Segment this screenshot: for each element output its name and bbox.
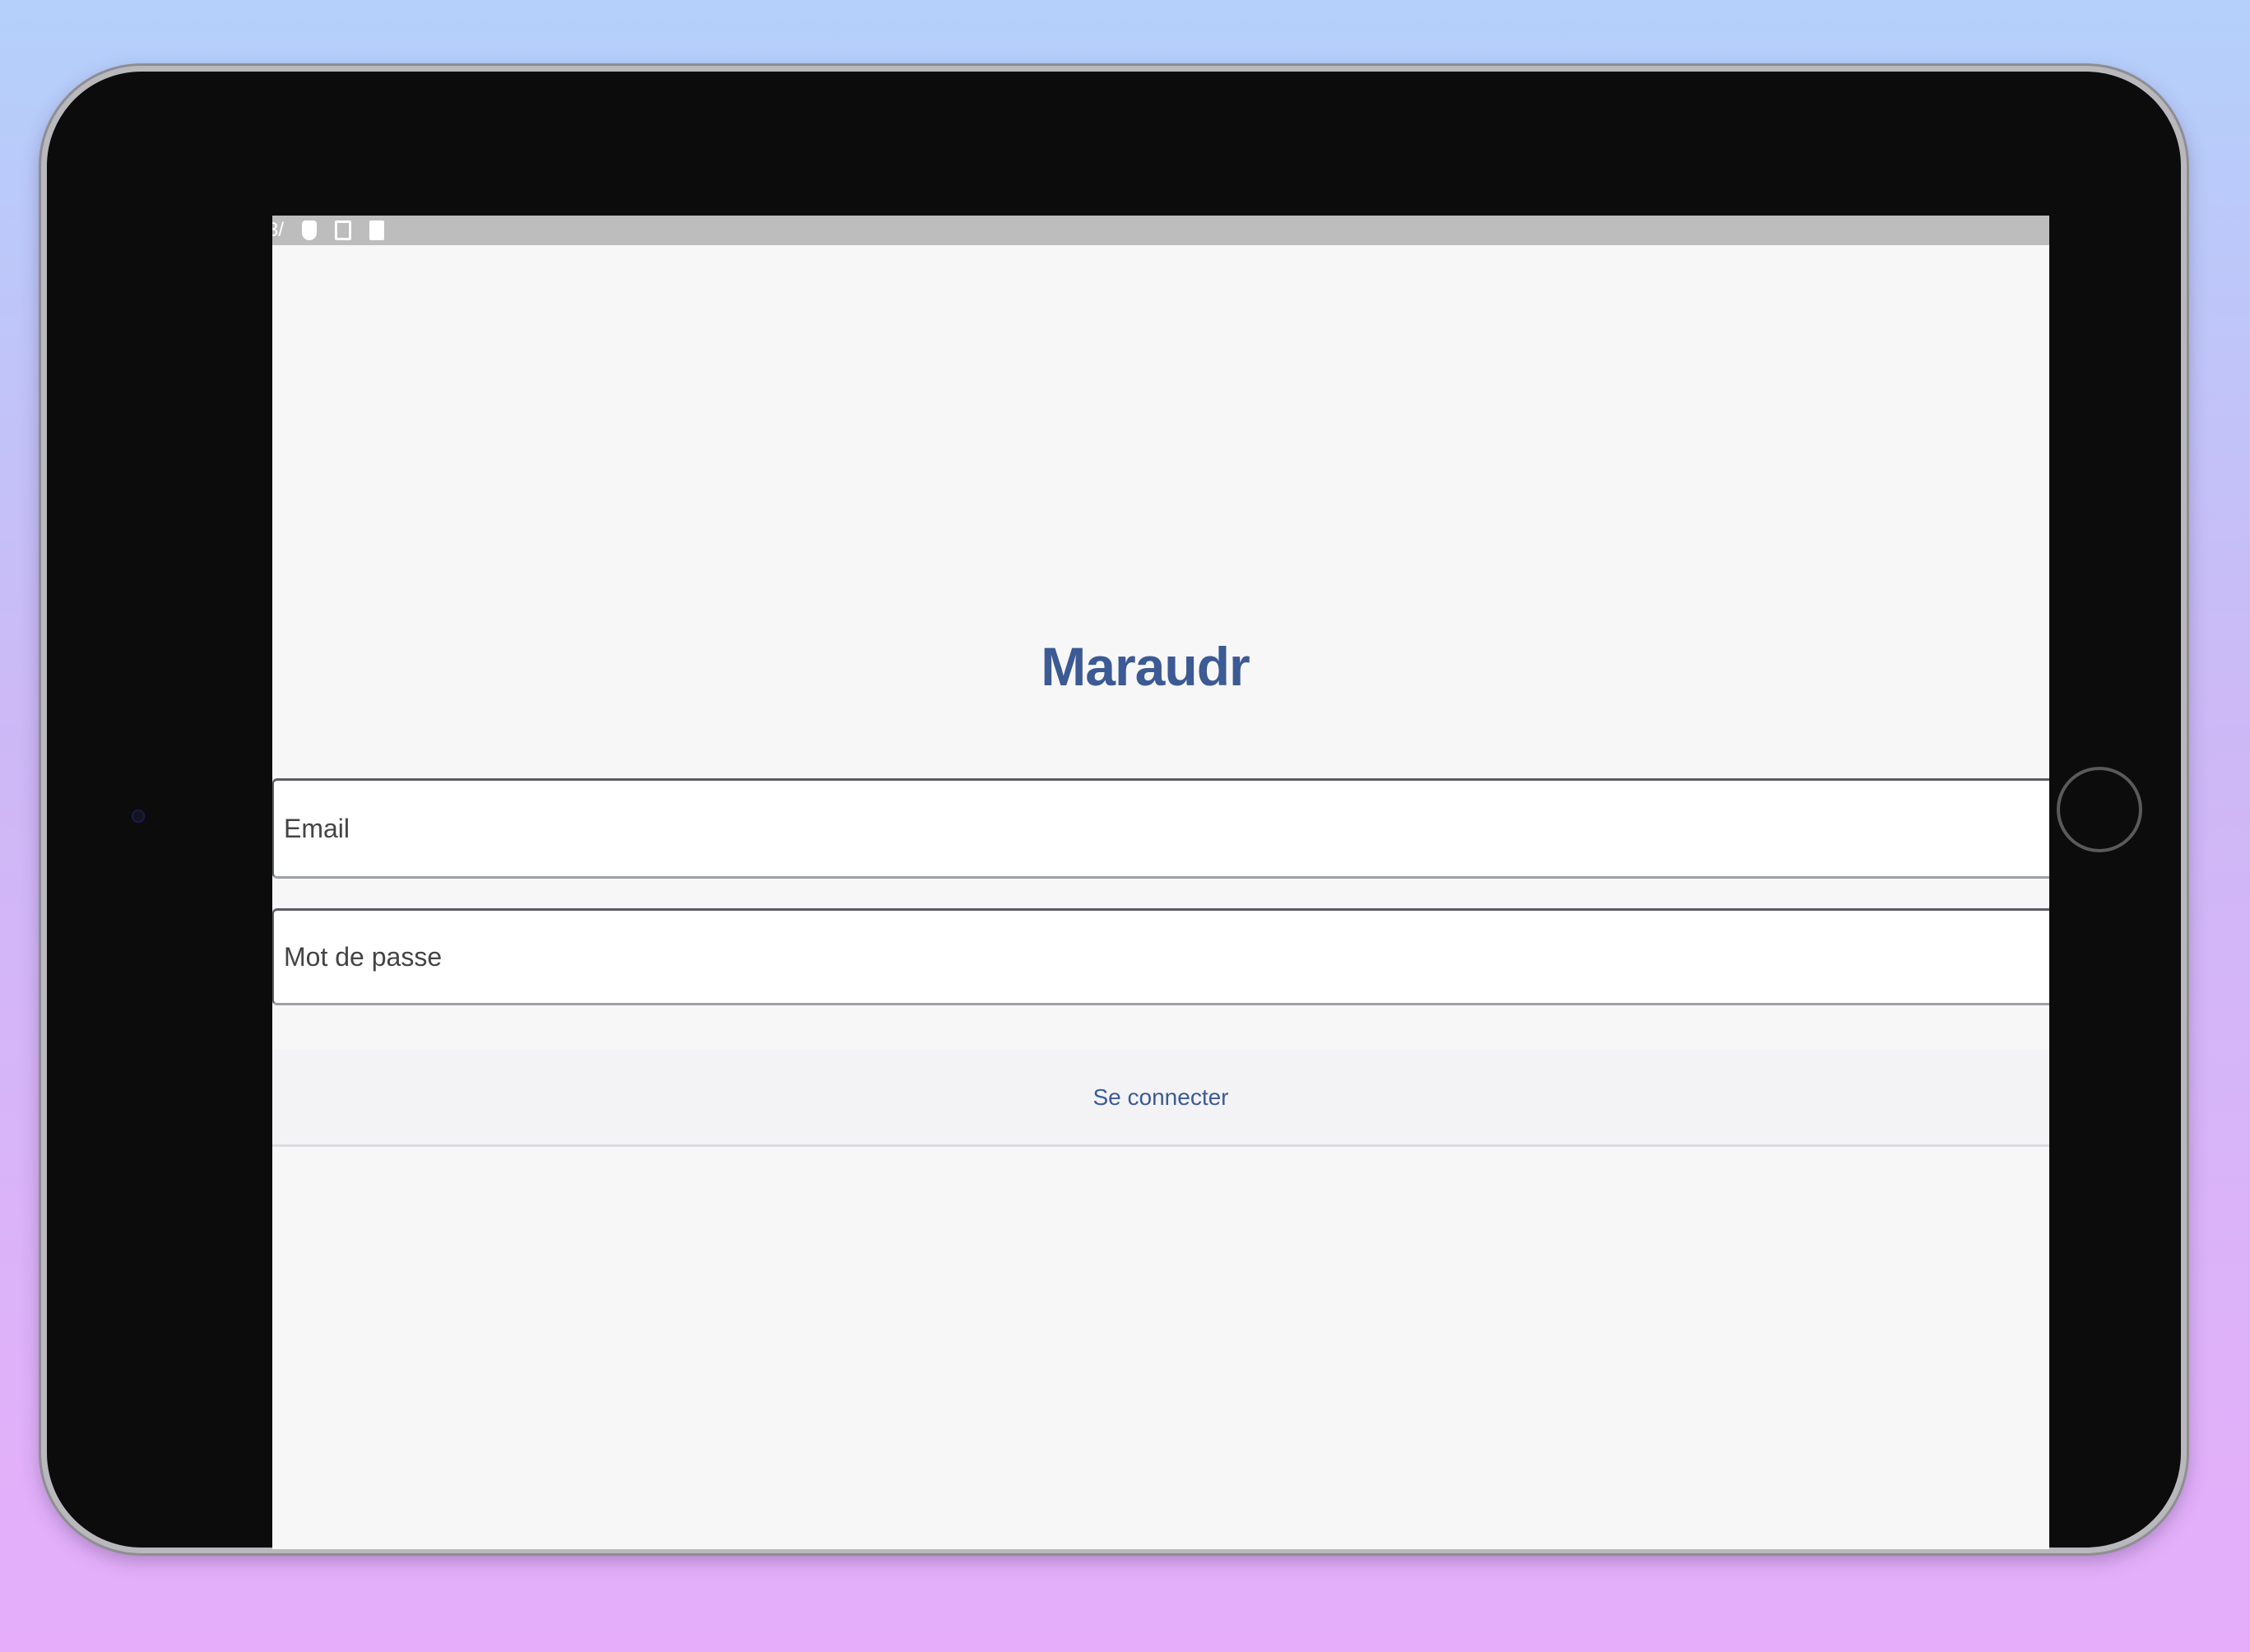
app-title: Maraudr	[1041, 636, 1250, 697]
app-screen: 3/ Maraudr Se connecter	[272, 216, 2049, 1549]
email-field[interactable]	[272, 778, 2049, 879]
battery-icon	[369, 220, 385, 240]
login-button[interactable]: Se connecter	[272, 1050, 2049, 1147]
password-input[interactable]	[274, 911, 2049, 1003]
home-button[interactable]	[2057, 767, 2142, 852]
status-time: 3/	[272, 219, 285, 241]
tablet-frame: 3/ Maraudr Se connecter	[41, 66, 2187, 1553]
password-field[interactable]	[272, 908, 2049, 1005]
front-camera	[132, 810, 145, 823]
shield-icon	[302, 220, 318, 240]
sim-card-icon	[335, 220, 352, 240]
email-input[interactable]	[274, 781, 2049, 876]
status-bar: 3/	[272, 216, 2049, 245]
